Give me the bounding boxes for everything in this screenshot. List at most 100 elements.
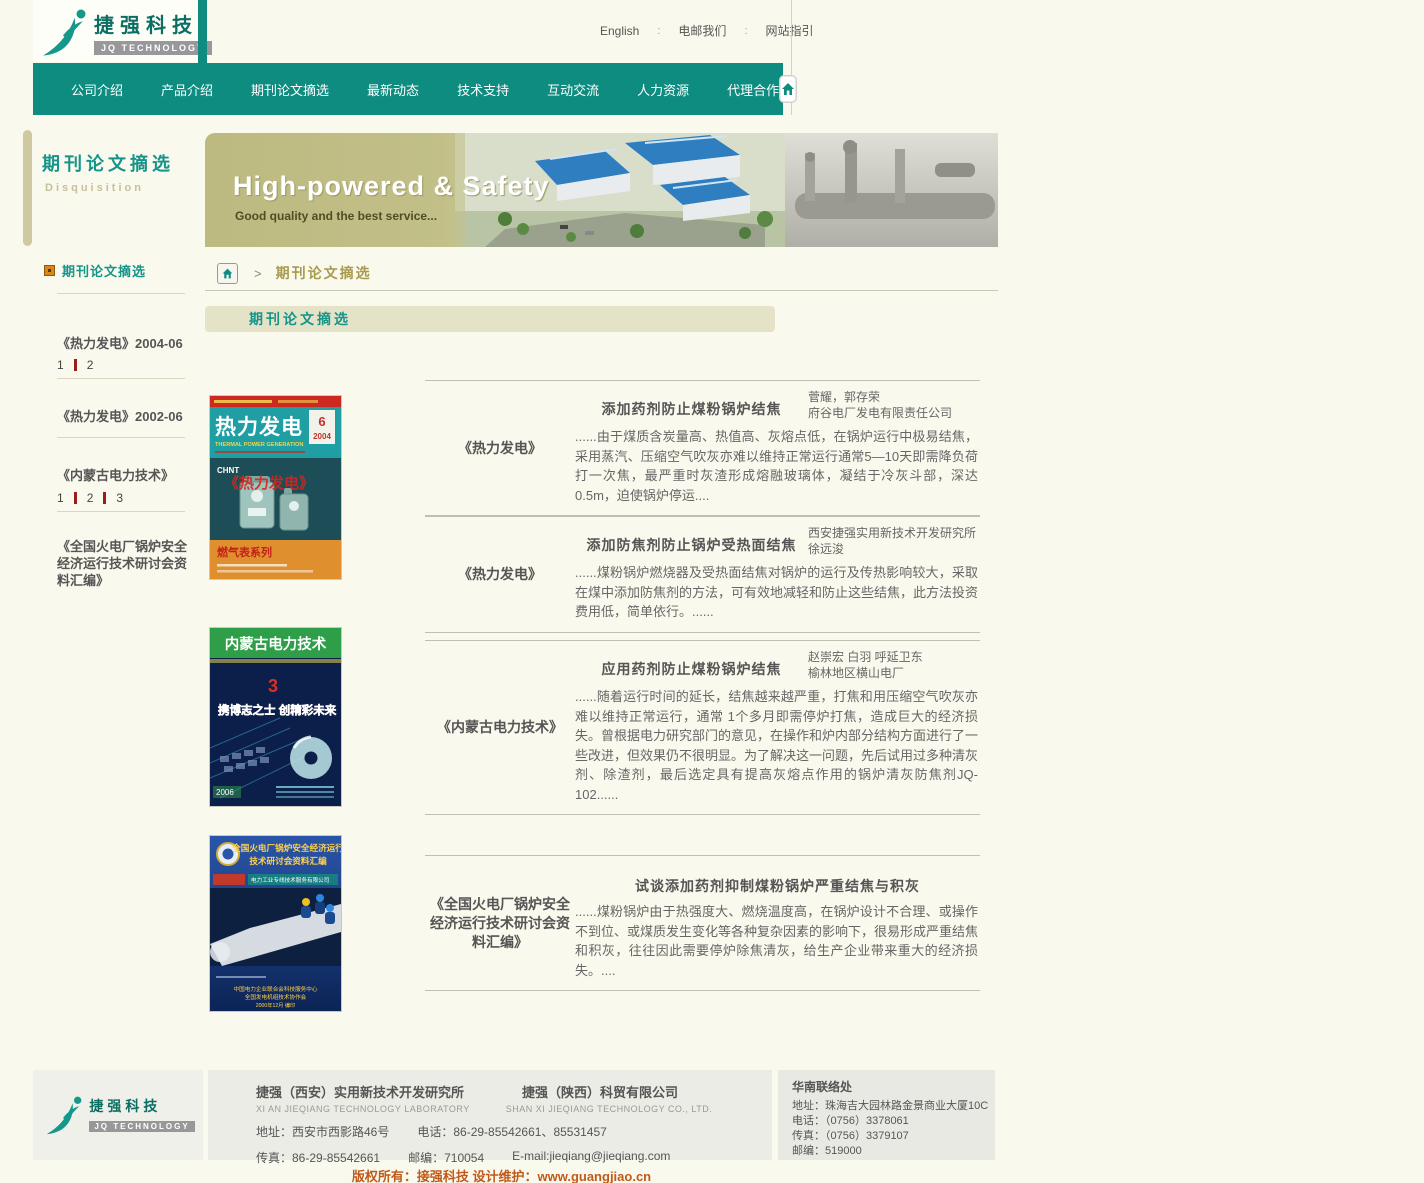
- banner-subline: Good quality and the best service...: [235, 209, 437, 223]
- breadcrumb-home-button[interactable]: [217, 263, 238, 284]
- bullet-icon: [44, 265, 55, 276]
- sidebar-entry-nmgdljs[interactable]: 《内蒙古电力技术》: [57, 467, 189, 484]
- brand-logo[interactable]: 捷强科技 JQ TECHNOLOGY: [36, 5, 212, 59]
- footer-company2-cn: 捷强（陕西）科贸有限公司: [522, 1082, 678, 1101]
- footer-contact: 捷强（西安）实用新技术开发研究所 捷强（陕西）科贸有限公司 XI AN JIEQ…: [208, 1070, 772, 1160]
- nav-item-company[interactable]: 公司介绍: [71, 80, 123, 99]
- cover-brand: CHNT: [217, 466, 239, 475]
- cover-issue: 3: [268, 676, 278, 696]
- article-group-2: 《内蒙古电力技术》 应用药剂防止煤粉锅炉结焦 赵崇宏 白羽 呼延卫东 榆林地区横…: [425, 640, 980, 815]
- footer-company1-cn: 捷强（西安）实用新技术开发研究所: [256, 1082, 464, 1101]
- page-separator: [74, 492, 77, 504]
- article-abstract: ......煤粉锅炉燃烧器及受热面结焦对锅炉的运行及传热影响较大，采取在煤中添加…: [575, 563, 980, 622]
- footer-email[interactable]: E-mail:jieqiang@jieqiang.com: [512, 1149, 670, 1166]
- breadcrumb: > 期刊论文摘选: [205, 258, 998, 288]
- cover-footer-line3: 2000年12月 编印: [256, 1001, 296, 1009]
- nav-home-button[interactable]: [779, 75, 797, 103]
- nav-item-support[interactable]: 技术支持: [457, 80, 509, 99]
- link-sitemap[interactable]: 网站指引: [766, 22, 814, 39]
- page: 捷强科技 JQ TECHNOLOGY English : 电邮我们 : 网站指引…: [0, 0, 1424, 1183]
- south-office-phone: 电话：（0756）3378061: [792, 1114, 995, 1129]
- cover-masthead: 热力发电: [215, 415, 303, 439]
- article-title: 添加药剂防止煤粉锅炉结焦: [575, 385, 808, 421]
- article-journal: 《热力发电》: [425, 381, 575, 515]
- nav-item-papers[interactable]: 期刊论文摘选: [251, 80, 329, 99]
- nav-item-products[interactable]: 产品介绍: [161, 80, 213, 99]
- article-row: 《热力发电》 添加药剂防止煤粉锅炉结焦 菅耀，郭存荣 府谷电厂发电有限责任公司 …: [425, 380, 980, 516]
- nav-item-hr[interactable]: 人力资源: [637, 80, 689, 99]
- brand-name-en: JQ TECHNOLOGY: [89, 1121, 194, 1132]
- home-icon: [780, 81, 796, 97]
- article-group-1: 《热力发电》 添加药剂防止煤粉锅炉结焦 菅耀，郭存荣 府谷电厂发电有限责任公司 …: [425, 380, 980, 633]
- sidebar-pagination: 1 2 3: [57, 491, 123, 505]
- copyright-line: 版权所有：接强科技 设计维护：www.guangjiao.cn: [205, 1166, 798, 1183]
- breadcrumb-rule: [205, 290, 998, 291]
- sidebar-subtitle: Disquisition: [45, 182, 144, 194]
- cover-issue: 6: [318, 414, 325, 429]
- brand-name-en: JQ TECHNOLOGY: [94, 41, 212, 55]
- hero-banner: High-powered & Safety Good quality and t…: [205, 133, 998, 247]
- link-separator: :: [657, 25, 660, 37]
- sidebar-accent-bar: [23, 130, 32, 246]
- journal-cover-huibian: 全国火电厂锅炉安全经济运行 技术研讨会资料汇编 电力工业专线技术服务有限公司 中…: [209, 835, 342, 1012]
- page-link[interactable]: 2: [87, 358, 94, 372]
- south-office-fax: 传真：（0756）3379107: [792, 1129, 995, 1144]
- cover-masthead-en: THERMAL POWER GENERATION: [215, 442, 303, 448]
- page-link[interactable]: 2: [87, 491, 94, 505]
- article-authors: 西安捷强实用新技术开发研究所 徐远浚: [808, 521, 980, 557]
- section-header: 期刊论文摘选: [205, 306, 775, 332]
- cover-overlay-text: 《热力发电》: [224, 474, 314, 492]
- copyright-url[interactable]: www.guangjiao.cn: [537, 1169, 651, 1183]
- footer-fax: 传真：86-29-85542661: [256, 1149, 380, 1166]
- section-title: 期刊论文摘选: [205, 306, 775, 332]
- nav-item-interaction[interactable]: 互动交流: [547, 80, 599, 99]
- page-link[interactable]: 1: [57, 491, 64, 505]
- sidebar-entry-huibian[interactable]: 《全国火电厂锅炉安全经济运行技术研讨会资料汇编》: [57, 538, 189, 589]
- article-title: 试谈添加药剂抑制煤粉锅炉严重结焦与积灰: [575, 860, 980, 896]
- journal-cover-rlfd: 热力发电 6 2004 THERMAL POWER GENERATION CHN…: [209, 395, 342, 580]
- article-authors: 赵崇宏 白羽 呼延卫东 榆林地区横山电厂: [808, 645, 980, 681]
- article-journal: 《全国火电厂锅炉安全经济运行技术研讨会资料汇编》: [425, 856, 575, 990]
- cover-slogan: 携博志之士 创精彩未来: [218, 703, 337, 717]
- sidebar-divider: [57, 293, 185, 294]
- footer-address: 地址：西安市西影路46号: [256, 1123, 389, 1140]
- footer-south-office: 华南联络处 地址：珠海吉大园林路金景商业大厦10C 电话：（0756）33780…: [778, 1070, 995, 1160]
- nav-item-agency[interactable]: 代理合作: [727, 80, 779, 99]
- footer-phone: 电话：86-29-85542661、85531457: [417, 1123, 606, 1140]
- article-journal: 《内蒙古电力技术》: [425, 641, 575, 814]
- journal-cover-nmgdljs: 内蒙古电力技术 3 携博志之士 创精彩未来 2006: [209, 627, 342, 807]
- article-row: 《全国火电厂锅炉安全经济运行技术研讨会资料汇编》 试谈添加药剂抑制煤粉锅炉严重结…: [425, 855, 980, 991]
- page-link[interactable]: 3: [116, 491, 123, 505]
- sidebar-divider: [57, 378, 185, 379]
- sidebar-entry-rlfd-2004[interactable]: 《热力发电》2004-06: [57, 335, 189, 352]
- breadcrumb-separator: >: [254, 266, 262, 281]
- sidebar-pagination: 1 2: [57, 358, 93, 372]
- sidebar-entry-rlfd-2002[interactable]: 《热力发电》2002-06: [57, 408, 189, 425]
- article-title: 应用药剂防止煤粉锅炉结焦: [575, 645, 808, 681]
- cover-masthead: 内蒙古电力技术: [225, 635, 327, 653]
- sidebar-divider: [57, 511, 185, 512]
- copyright-text: 版权所有：接强科技 设计维护：: [352, 1169, 538, 1183]
- page-link[interactable]: 1: [57, 358, 64, 372]
- breadcrumb-current: 期刊论文摘选: [276, 263, 372, 283]
- footer-company1-en: XI AN JIEQIANG TECHNOLOGY LABORATORY: [256, 1104, 470, 1114]
- article-journal: 《热力发电》: [425, 517, 575, 632]
- sidebar-title: 期刊论文摘选: [42, 150, 174, 176]
- footer-logo-box: 捷强科技 JQ TECHNOLOGY: [33, 1070, 203, 1160]
- cover-title-line2: 技术研讨会资料汇编: [249, 855, 327, 866]
- south-office-title: 华南联络处: [792, 1078, 995, 1095]
- cover-year: 2006: [216, 788, 234, 797]
- cover-footer-line2: 全国发电机组技术协作会: [245, 993, 307, 1001]
- link-email-us[interactable]: 电邮我们: [678, 22, 726, 39]
- article-title: 添加防焦剂防止锅炉受热面结焦: [575, 521, 808, 557]
- sidebar-item-papers[interactable]: 期刊论文摘选: [44, 261, 146, 280]
- nav-item-news[interactable]: 最新动态: [367, 80, 419, 99]
- link-english[interactable]: English: [600, 24, 639, 38]
- page-separator: [103, 492, 106, 504]
- main-nav: 公司介绍 产品介绍 期刊论文摘选 最新动态 技术支持 互动交流 人力资源 代理合…: [33, 63, 783, 115]
- article-row: 《内蒙古电力技术》 应用药剂防止煤粉锅炉结焦 赵崇宏 白羽 呼延卫东 榆林地区横…: [425, 640, 980, 815]
- brand-name-cn: 捷强科技: [94, 9, 212, 38]
- utility-links: English : 电邮我们 : 网站指引: [600, 22, 814, 39]
- home-icon: [221, 267, 234, 280]
- cover-year: 2004: [313, 432, 331, 441]
